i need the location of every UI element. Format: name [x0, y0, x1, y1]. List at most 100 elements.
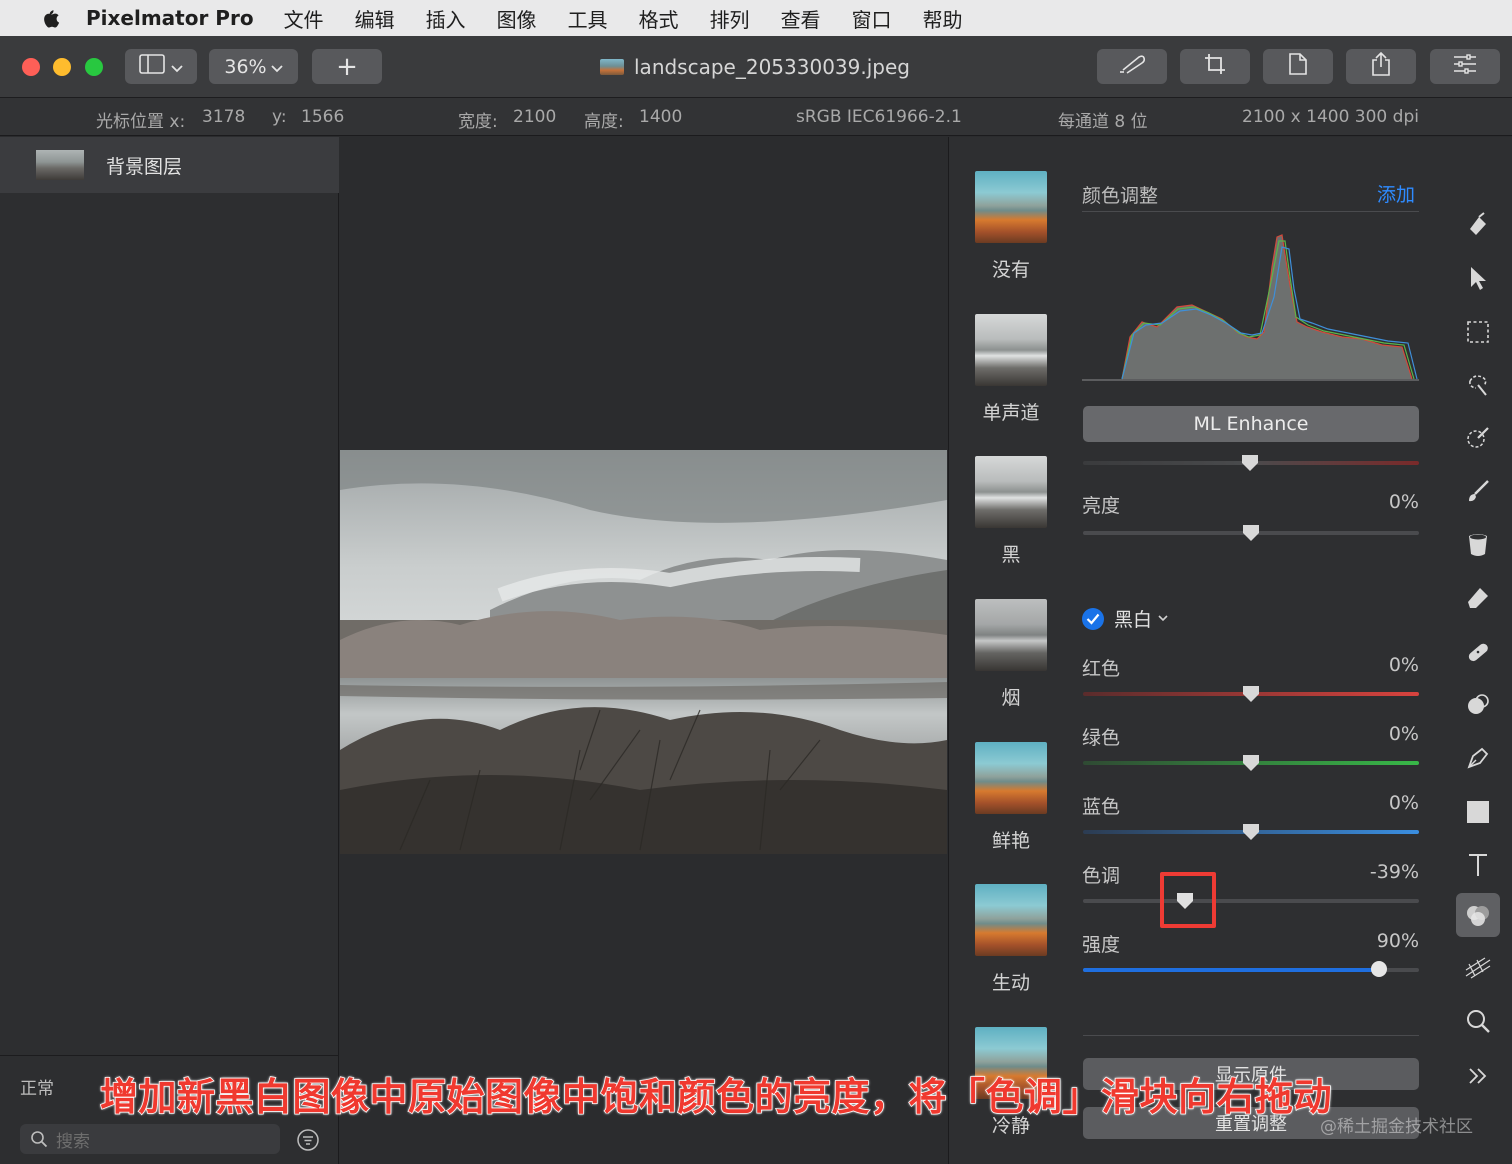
paint-button[interactable] — [1097, 49, 1167, 84]
intensity-label: 强度 — [1082, 934, 1121, 956]
color-profile: sRGB IEC61966-2.1 — [796, 107, 962, 127]
canvas-area[interactable] — [340, 137, 948, 1164]
document-thumbnail — [600, 59, 624, 75]
filter-icon[interactable] — [296, 1128, 320, 1152]
blue-slider-handle[interactable] — [1242, 823, 1260, 841]
canvas-image[interactable] — [340, 450, 947, 854]
preset-label: 生动 — [991, 972, 1030, 994]
preset-thumbnail — [975, 884, 1047, 956]
preset-vivid[interactable]: 鲜艳 — [975, 742, 1047, 853]
crop-button[interactable] — [1180, 49, 1250, 84]
lasso-icon[interactable] — [1456, 363, 1500, 407]
menu-help[interactable]: 帮助 — [923, 4, 963, 33]
zoom-value: 36% — [224, 55, 267, 78]
checkmark-icon[interactable] — [1082, 607, 1104, 630]
brightness-slider-handle[interactable] — [1242, 524, 1260, 542]
share-icon — [1371, 51, 1391, 81]
preset-smoke[interactable]: 烟 — [975, 599, 1047, 710]
menu-bar: Pixelmator Pro 文件 编辑 插入 图像 工具 格式 排列 查看 窗… — [0, 0, 1512, 36]
resolution: 2100 x 1400 300 dpi — [1242, 107, 1419, 127]
layer-row[interactable]: 背景图层 — [0, 137, 339, 193]
green-slider-handle[interactable] — [1242, 754, 1260, 772]
menu-insert[interactable]: 插入 — [426, 4, 466, 33]
magic-wand-icon[interactable] — [1456, 416, 1500, 460]
enhance-slider-handle[interactable] — [1241, 454, 1259, 472]
preset-thumbnail — [975, 456, 1047, 528]
layer-name: 背景图层 — [106, 155, 183, 178]
black-white-toggle[interactable]: 黑白 — [1082, 605, 1168, 632]
color-adjust-icon[interactable] — [1456, 893, 1500, 937]
blend-mode[interactable]: 正常 — [20, 1074, 54, 1099]
preset-label: 烟 — [1001, 687, 1021, 709]
share-button[interactable] — [1346, 49, 1416, 84]
minimize-window-button[interactable] — [53, 58, 71, 76]
chevron-down-icon — [270, 56, 283, 78]
instruction-caption: 增加新黑白图像中原始图像中饱和颜色的亮度，将「色调」滑块向右拖动 — [99, 1074, 1333, 1120]
layer-thumbnail — [36, 150, 84, 180]
text-icon[interactable] — [1456, 843, 1500, 887]
menu-view[interactable]: 查看 — [781, 4, 821, 33]
intensity-slider-handle[interactable] — [1370, 960, 1388, 978]
chevron-down-icon — [171, 56, 183, 78]
plus-icon: + — [336, 51, 358, 82]
preset-label: 单声道 — [982, 402, 1040, 424]
red-slider-handle[interactable] — [1242, 685, 1260, 703]
preset-black[interactable]: 黑 — [975, 456, 1047, 567]
add-button[interactable]: + — [312, 49, 382, 84]
cursor-x: 3178 — [202, 107, 246, 127]
blue-value: 0% — [1388, 792, 1419, 814]
rectangle-icon[interactable] — [1456, 790, 1500, 834]
arrow-icon[interactable] — [1456, 256, 1500, 300]
info-bar: 光标位置 x: 3178 y: 1566 宽度: 2100 高度: 1400 s… — [0, 98, 1512, 136]
menu-edit[interactable]: 编辑 — [355, 4, 395, 33]
document-filename: landscape_205330039.jpeg — [634, 55, 910, 79]
paint-bucket-icon[interactable] — [1456, 203, 1500, 247]
marquee-icon[interactable] — [1456, 310, 1500, 354]
zoom-icon[interactable] — [1456, 999, 1500, 1043]
tone-value: -39% — [1369, 861, 1419, 883]
brush-icon[interactable] — [1456, 470, 1500, 514]
bit-depth: 每通道 8 位 — [1058, 112, 1148, 132]
close-window-button[interactable] — [22, 58, 40, 76]
add-adjustment-button[interactable]: 添加 — [1377, 180, 1415, 207]
fill-icon[interactable] — [1456, 523, 1500, 567]
bandage-icon[interactable] — [1456, 630, 1500, 674]
intensity-slider-fill — [1083, 968, 1379, 972]
zoom-dropdown[interactable]: 36% — [209, 49, 298, 84]
preset-mono[interactable]: 单声道 — [975, 314, 1047, 425]
more-icon[interactable] — [1456, 1054, 1500, 1098]
clone-icon[interactable] — [1456, 683, 1500, 727]
panel-title: 颜色调整 — [1082, 185, 1159, 207]
menu-file[interactable]: 文件 — [284, 4, 324, 33]
brush-icon — [1115, 53, 1149, 80]
menu-format[interactable]: 格式 — [639, 4, 679, 33]
green-value: 0% — [1388, 723, 1419, 745]
cursor-y-label: y: — [272, 107, 287, 127]
menu-tools[interactable]: 工具 — [568, 4, 608, 33]
eraser-icon[interactable] — [1456, 576, 1500, 620]
preset-thumbnail — [975, 314, 1047, 386]
sidebar-toggle-button[interactable] — [125, 49, 197, 84]
document-button[interactable] — [1263, 49, 1333, 84]
width-value: 2100 — [513, 107, 557, 127]
height-value: 1400 — [639, 107, 683, 127]
tools-button[interactable] — [1430, 49, 1500, 84]
distort-icon[interactable] — [1456, 946, 1500, 990]
menu-window[interactable]: 窗口 — [852, 4, 892, 33]
layer-search-field[interactable]: 搜索 — [20, 1124, 280, 1154]
menu-arrange[interactable]: 排列 — [710, 4, 750, 33]
menu-image[interactable]: 图像 — [497, 4, 537, 33]
tone-slider-track[interactable] — [1083, 899, 1419, 903]
preset-label: 黑 — [1001, 544, 1021, 566]
preset-lively[interactable]: 生动 — [975, 884, 1047, 995]
zoom-window-button[interactable] — [85, 58, 103, 76]
tools-sidebar — [1442, 137, 1512, 1164]
pen-icon[interactable] — [1456, 736, 1500, 780]
app-name[interactable]: Pixelmator Pro — [86, 6, 254, 30]
apple-icon[interactable] — [34, 6, 64, 30]
preset-none[interactable]: 没有 — [975, 171, 1047, 282]
black-white-label: 黑白 — [1114, 609, 1153, 631]
blue-label: 蓝色 — [1082, 796, 1121, 818]
preset-thumbnail — [975, 171, 1047, 243]
ml-enhance-button[interactable]: ML Enhance — [1083, 406, 1419, 442]
